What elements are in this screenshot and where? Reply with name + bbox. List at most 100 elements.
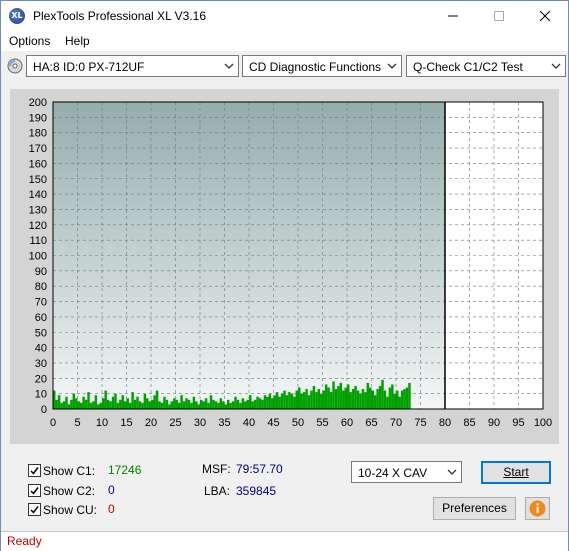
info-button[interactable] [525, 497, 550, 520]
y-tick-label: 90 [35, 266, 47, 278]
c1-count: 17246 [108, 463, 142, 477]
bar-c1 [371, 390, 374, 409]
bar-c1 [290, 393, 294, 409]
close-button[interactable] [522, 1, 568, 31]
speed-select[interactable]: 10-24 X CAV [351, 461, 462, 483]
y-tick-label: 160 [29, 158, 47, 170]
bar-c1 [405, 387, 409, 409]
bar-c1 [138, 401, 142, 409]
bar-c1 [361, 389, 365, 409]
show-c2-checkbox[interactable] [28, 484, 41, 497]
bar-c1 [187, 399, 191, 409]
bar-c1 [310, 390, 313, 409]
preferences-button[interactable]: Preferences [433, 497, 516, 520]
bar-c1 [124, 401, 127, 409]
y-tick-label: 100 [29, 251, 47, 263]
x-tick-label: 45 [267, 417, 279, 429]
bar-c1 [153, 395, 156, 409]
bar-c1 [212, 399, 215, 409]
bar-c1 [285, 395, 289, 409]
bar-c1 [207, 402, 210, 409]
x-tick-label: 5 [74, 417, 80, 429]
bar-c1 [278, 396, 281, 409]
lba-value: 359845 [236, 484, 277, 498]
x-tick-label: 75 [414, 417, 426, 429]
bar-c1 [322, 390, 325, 409]
bar-c1 [111, 396, 115, 409]
checkmark-icon [30, 467, 39, 475]
show-cu-checkbox[interactable] [28, 503, 41, 516]
bar-c1 [175, 399, 178, 409]
x-tick-label: 65 [365, 417, 377, 429]
minimize-button[interactable] [430, 1, 476, 31]
msf-label: MSF: [202, 462, 231, 476]
bar-c1 [398, 396, 401, 409]
bar-c1 [224, 404, 227, 409]
bar-c1 [170, 401, 174, 409]
bar-c1 [275, 392, 279, 409]
bar-c1 [241, 398, 245, 409]
bar-c1 [261, 399, 264, 409]
title-bar[interactable]: XL PlexTools Professional XL V3.16 [1, 1, 568, 31]
function-select[interactable]: CD Diagnostic Functions [242, 55, 402, 77]
bar-c1 [190, 402, 193, 409]
x-tick-label: 60 [341, 417, 353, 429]
x-tick-label: 30 [194, 417, 206, 429]
bar-c1 [148, 401, 151, 409]
bar-c1 [312, 385, 316, 409]
bar-c1 [315, 392, 318, 409]
cd-drive-icon [7, 58, 23, 74]
bar-c1 [334, 389, 338, 409]
show-c2-label: Show C2: [43, 484, 96, 498]
bar-c1 [280, 393, 284, 409]
info-icon [529, 500, 546, 517]
bar-c1 [131, 392, 134, 409]
bar-c1 [165, 399, 169, 409]
bar-c1 [60, 402, 63, 409]
y-tick-label: 20 [35, 373, 47, 385]
bar-c1 [298, 387, 301, 409]
start-button[interactable]: Start [481, 461, 551, 484]
bar-c1 [200, 399, 203, 409]
menu-help[interactable]: Help [65, 34, 90, 48]
bar-c1 [396, 390, 399, 409]
test-select[interactable]: Q-Check C1/C2 Test [406, 55, 566, 77]
bar-c1 [121, 395, 125, 409]
bar-c1 [327, 387, 330, 409]
bar-c1 [373, 395, 377, 409]
x-tick-label: 55 [316, 417, 328, 429]
y-tick-label: 50 [35, 327, 47, 339]
x-tick-label: 10 [96, 417, 108, 429]
bar-c1 [192, 396, 196, 409]
c2-count: 0 [108, 483, 115, 497]
menu-options[interactable]: Options [9, 34, 50, 48]
bar-c1 [222, 401, 225, 409]
bar-c1 [160, 402, 164, 409]
bar-c1 [87, 392, 90, 409]
bar-c1 [106, 399, 110, 409]
msf-value: 79:57.70 [236, 462, 283, 476]
y-tick-label: 70 [35, 297, 47, 309]
bar-c1 [347, 384, 350, 409]
bar-c1 [295, 390, 298, 409]
bar-c1 [332, 381, 335, 409]
bar-c1 [202, 401, 205, 409]
drive-select[interactable]: HA:8 ID:0 PX-712UF [26, 55, 239, 77]
show-c1-checkbox[interactable] [28, 464, 41, 477]
bar-c1 [364, 392, 367, 409]
maximize-button[interactable] [476, 1, 522, 31]
bar-c1 [55, 399, 58, 409]
bar-c1 [82, 396, 85, 409]
bar-c1 [182, 401, 186, 409]
x-tick-label: 70 [390, 417, 402, 429]
bar-c1 [195, 401, 198, 409]
checkmark-icon [30, 506, 39, 514]
bar-c1 [378, 385, 382, 409]
chevron-down-icon [447, 469, 457, 475]
bar-c1 [231, 401, 235, 409]
x-tick-label: 85 [463, 417, 475, 429]
x-tick-label: 25 [169, 417, 181, 429]
speed-select-value: 10-24 X CAV [358, 466, 428, 480]
bar-c1 [143, 393, 147, 409]
bar-c1 [217, 402, 220, 409]
